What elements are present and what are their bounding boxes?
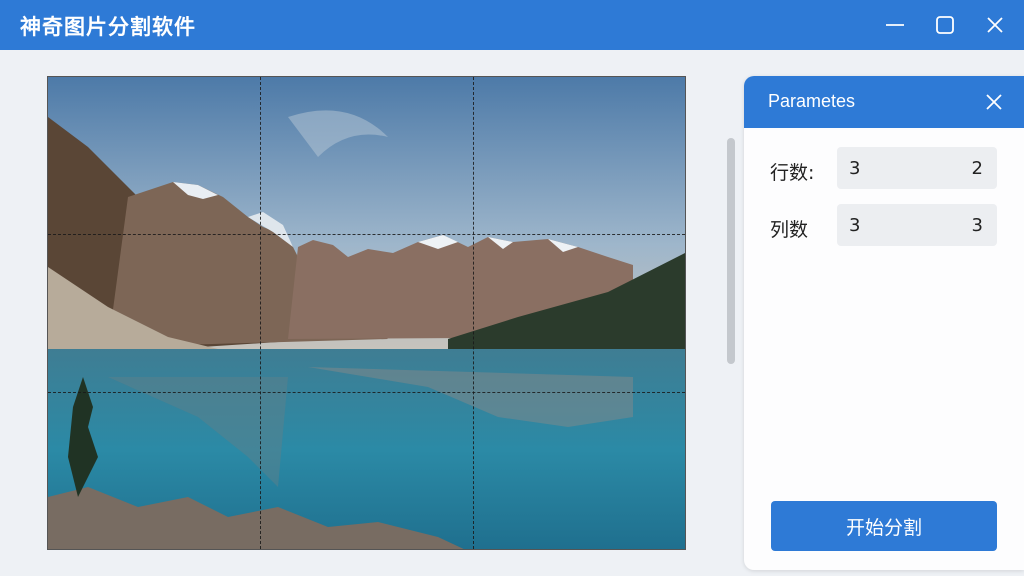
window-title: 神奇图片分割软件 [20,15,196,39]
vertical-scrollbar[interactable] [727,138,735,364]
close-icon [987,17,1003,33]
grid-line-horizontal [48,234,685,236]
maximize-icon [936,16,954,34]
cols-value: 3 [849,214,861,236]
minimize-icon [886,24,904,26]
minimize-button[interactable] [877,7,913,43]
parameters-panel: Parametes 行数: 3 2 列数 3 3 开始分割 [744,76,1024,570]
maximize-button[interactable] [927,7,963,43]
panel-title: Parametes [768,91,856,111]
grid-line-vertical [472,77,474,549]
rows-value-secondary: 2 [971,157,983,179]
start-split-button[interactable]: 开始分割 [771,501,997,551]
cols-value-secondary: 3 [971,214,983,236]
grid-line-horizontal [48,391,685,393]
close-icon [986,94,1002,110]
panel-close-button[interactable] [982,90,1006,114]
cols-label: 列数 [770,219,809,241]
title-bar: 神奇图片分割软件 [0,0,1024,50]
panel-header: Parametes [744,76,1024,128]
image-preview[interactable] [47,76,686,550]
rows-label: 行数: [770,162,815,184]
cols-input[interactable]: 3 3 [837,204,997,246]
rows-input[interactable]: 3 2 [837,147,997,189]
rows-value: 3 [849,157,861,179]
close-button[interactable] [977,7,1013,43]
grid-line-vertical [260,77,262,549]
split-grid-overlay [48,77,685,549]
